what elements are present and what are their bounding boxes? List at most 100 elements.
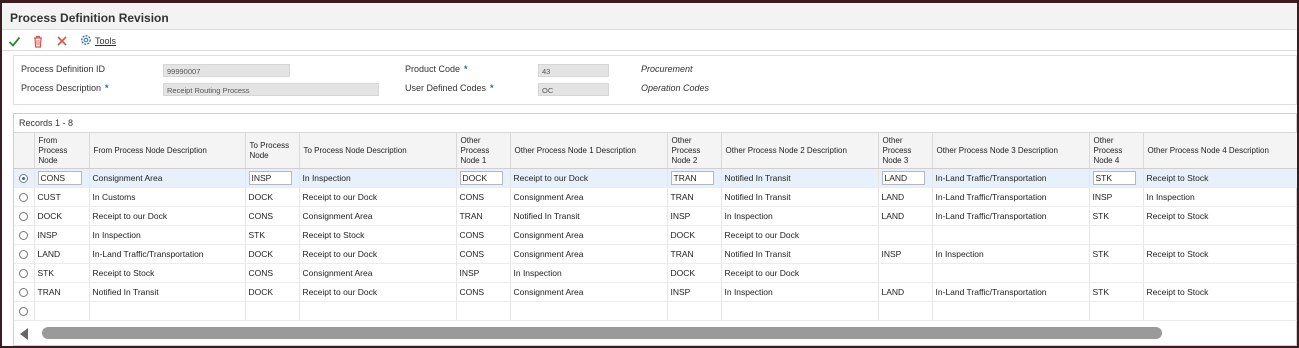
table-row[interactable]: STK Receipt to Stock CONS Consignment Area I… [14, 263, 1297, 283]
row-select-radio[interactable] [19, 193, 29, 203]
table-cell[interactable] [1089, 225, 1144, 245]
table-cell[interactable]: In Inspection [510, 263, 668, 283]
table-cell[interactable]: INSP [667, 206, 722, 226]
table-cell[interactable]: Consignment Area [510, 187, 668, 207]
user-defined-codes-field[interactable]: OC [538, 83, 609, 96]
trash-icon[interactable] [30, 33, 46, 49]
table-cell[interactable] [1143, 301, 1297, 321]
table-row[interactable]: LAND In-Land Traffic/Transportation DOCK Re… [14, 244, 1297, 264]
table-cell[interactable] [932, 263, 1090, 283]
row-select-radio[interactable] [19, 231, 29, 241]
column-header[interactable]: From Process Node Description [89, 132, 246, 169]
table-cell[interactable]: In-Land Traffic/Transportation [89, 244, 246, 264]
table-cell[interactable]: LAND [878, 168, 933, 188]
table-cell[interactable]: DOCK [34, 206, 90, 226]
table-cell[interactable]: TRAN [667, 168, 722, 188]
row-select-radio[interactable] [19, 307, 29, 317]
table-cell[interactable]: Consignment Area [510, 244, 668, 264]
table-cell[interactable]: CONS [456, 282, 511, 302]
table-cell[interactable]: In Inspection [932, 244, 1090, 264]
table-cell[interactable]: CONS [456, 187, 511, 207]
column-header[interactable]: Other Process Node 2 Description [721, 132, 879, 169]
table-cell[interactable]: Notified In Transit [721, 168, 879, 188]
table-cell[interactable]: STK [34, 263, 90, 283]
table-cell[interactable]: STK [1089, 168, 1144, 188]
table-cell[interactable]: Receipt to our Dock [89, 206, 246, 226]
column-header[interactable]: Other Process Node 4 [1089, 132, 1144, 169]
table-cell[interactable] [456, 301, 511, 321]
table-cell[interactable]: INSP [245, 168, 300, 188]
table-cell[interactable]: INSP [34, 225, 90, 245]
table-cell[interactable]: In-Land Traffic/Transportation [932, 168, 1090, 188]
row-select-radio[interactable] [19, 250, 29, 260]
cell-input[interactable]: DOCK [459, 171, 503, 185]
table-cell[interactable]: In Inspection [299, 168, 457, 188]
table-cell[interactable] [510, 301, 668, 321]
table-cell[interactable] [1089, 301, 1144, 321]
table-cell[interactable]: TRAN [667, 187, 722, 207]
table-cell[interactable]: Consignment Area [299, 263, 457, 283]
table-cell[interactable]: STK [1089, 282, 1144, 302]
row-select-radio[interactable] [19, 174, 29, 184]
table-cell[interactable]: LAND [878, 282, 933, 302]
table-row[interactable] [14, 301, 1297, 321]
table-cell[interactable]: In Inspection [1143, 187, 1297, 207]
column-header[interactable]: Other Process Node 2 [667, 132, 722, 169]
table-cell[interactable]: INSP [878, 244, 933, 264]
row-select-radio[interactable] [19, 212, 29, 222]
cell-input[interactable]: STK [1092, 171, 1136, 185]
table-cell[interactable] [299, 301, 457, 321]
cell-input[interactable]: INSP [248, 171, 292, 185]
table-cell[interactable] [878, 301, 933, 321]
table-cell[interactable]: Receipt to our Dock [721, 263, 879, 283]
scroll-left-icon[interactable] [20, 328, 28, 340]
column-header[interactable]: Other Process Node 4 Description [1143, 132, 1297, 169]
cell-input[interactable]: CONS [37, 171, 82, 185]
column-header[interactable]: To Process Node Description [299, 132, 457, 169]
cell-input[interactable]: LAND [881, 171, 925, 185]
table-cell[interactable] [878, 225, 933, 245]
table-cell[interactable]: Receipt to Stock [1143, 244, 1297, 264]
table-cell[interactable] [721, 301, 879, 321]
table-cell[interactable] [89, 301, 246, 321]
table-cell[interactable]: DOCK [245, 187, 300, 207]
table-cell[interactable]: DOCK [456, 168, 511, 188]
table-cell[interactable]: STK [1089, 244, 1144, 264]
table-cell[interactable]: CONS [245, 263, 300, 283]
table-cell[interactable]: LAND [34, 244, 90, 264]
table-cell[interactable]: INSP [667, 282, 722, 302]
table-cell[interactable]: CONS [245, 206, 300, 226]
table-cell[interactable]: Notified In Transit [721, 187, 879, 207]
column-header[interactable]: Other Process Node 3 [878, 132, 933, 169]
table-cell[interactable]: Receipt to our Dock [510, 168, 668, 188]
table-row[interactable]: CONS Consignment Area INSP In Inspection DOC… [14, 168, 1297, 188]
table-cell[interactable] [34, 301, 90, 321]
table-cell[interactable]: In-Land Traffic/Transportation [932, 282, 1090, 302]
table-cell[interactable] [1143, 263, 1297, 283]
table-cell[interactable]: LAND [878, 206, 933, 226]
table-cell[interactable]: INSP [456, 263, 511, 283]
table-cell[interactable]: Receipt to Stock [1143, 282, 1297, 302]
table-cell[interactable] [878, 263, 933, 283]
table-cell[interactable]: LAND [878, 187, 933, 207]
scrollbar-thumb[interactable] [42, 327, 1162, 339]
column-header[interactable]: Other Process Node 3 Description [932, 132, 1090, 169]
table-row[interactable]: TRAN Notified In Transit DOCK Receipt to ou… [14, 282, 1297, 302]
table-cell[interactable]: Receipt to our Dock [299, 282, 457, 302]
table-cell[interactable]: Receipt to our Dock [299, 244, 457, 264]
table-cell[interactable]: CONS [456, 225, 511, 245]
table-cell[interactable]: DOCK [245, 282, 300, 302]
table-cell[interactable] [1143, 225, 1297, 245]
column-header[interactable]: Other Process Node 1 Description [510, 132, 668, 169]
table-cell[interactable]: Consignment Area [510, 225, 668, 245]
table-cell[interactable]: In Inspection [89, 225, 246, 245]
table-cell[interactable]: In-Land Traffic/Transportation [932, 187, 1090, 207]
table-cell[interactable]: Consignment Area [510, 282, 668, 302]
table-cell[interactable]: Consignment Area [299, 206, 457, 226]
row-select-radio[interactable] [19, 269, 29, 279]
column-header[interactable]: From Process Node [34, 132, 90, 169]
table-cell[interactable]: Receipt to our Dock [721, 225, 879, 245]
table-cell[interactable]: DOCK [667, 225, 722, 245]
table-cell[interactable]: Notified In Transit [510, 206, 668, 226]
table-cell[interactable]: Consignment Area [89, 168, 246, 188]
